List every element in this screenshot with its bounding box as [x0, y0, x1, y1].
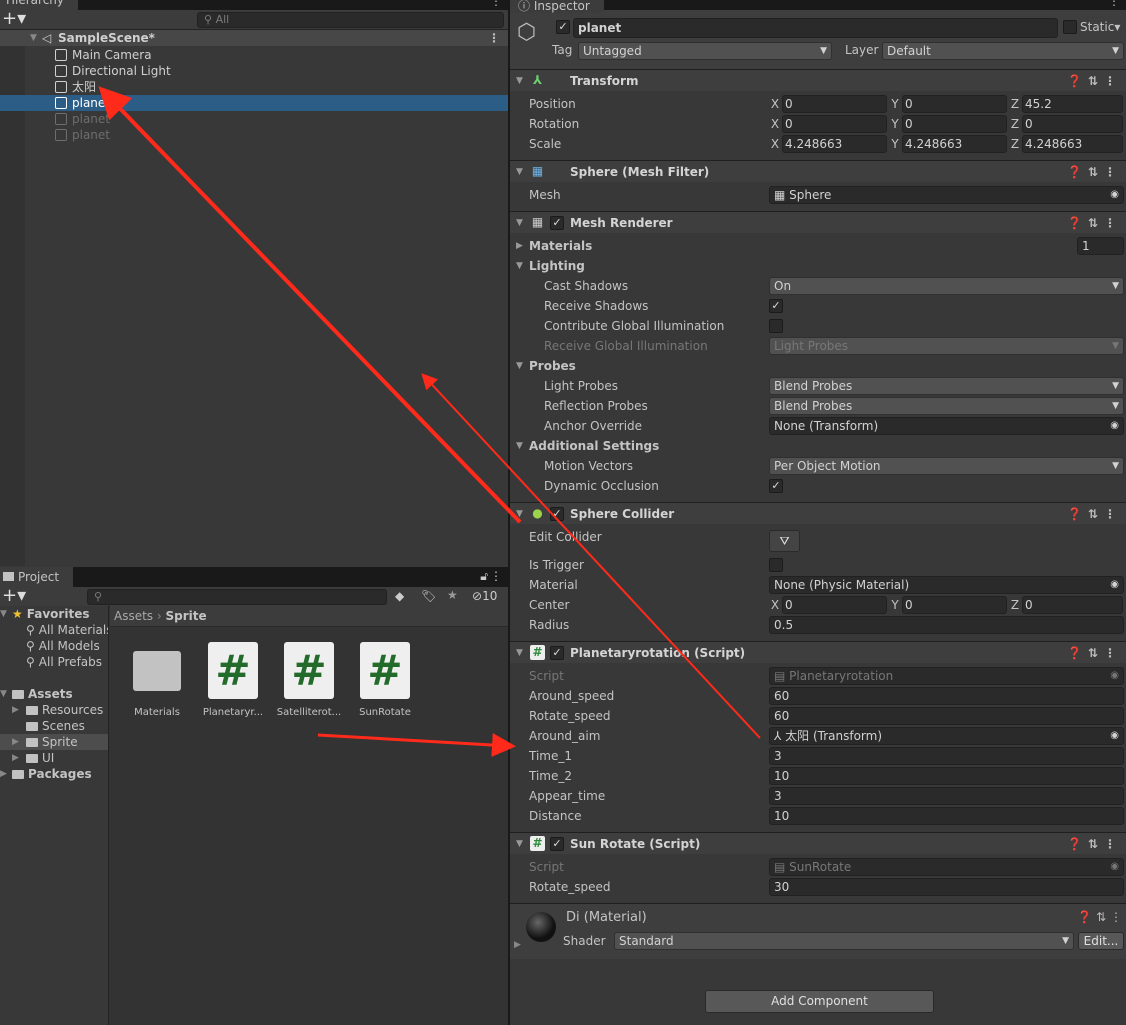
- red-arrow-from-around-aim: [421, 373, 761, 739]
- tab-inspector[interactable]: ⓘ Inspector: [510, 0, 604, 13]
- red-arrow-to-around-aim-label: [317, 732, 516, 757]
- annotation-overlay: [98, 86, 761, 757]
- red-arrow-to-sun: [98, 86, 522, 524]
- tab-inspector-label: Inspector: [533, 0, 590, 13]
